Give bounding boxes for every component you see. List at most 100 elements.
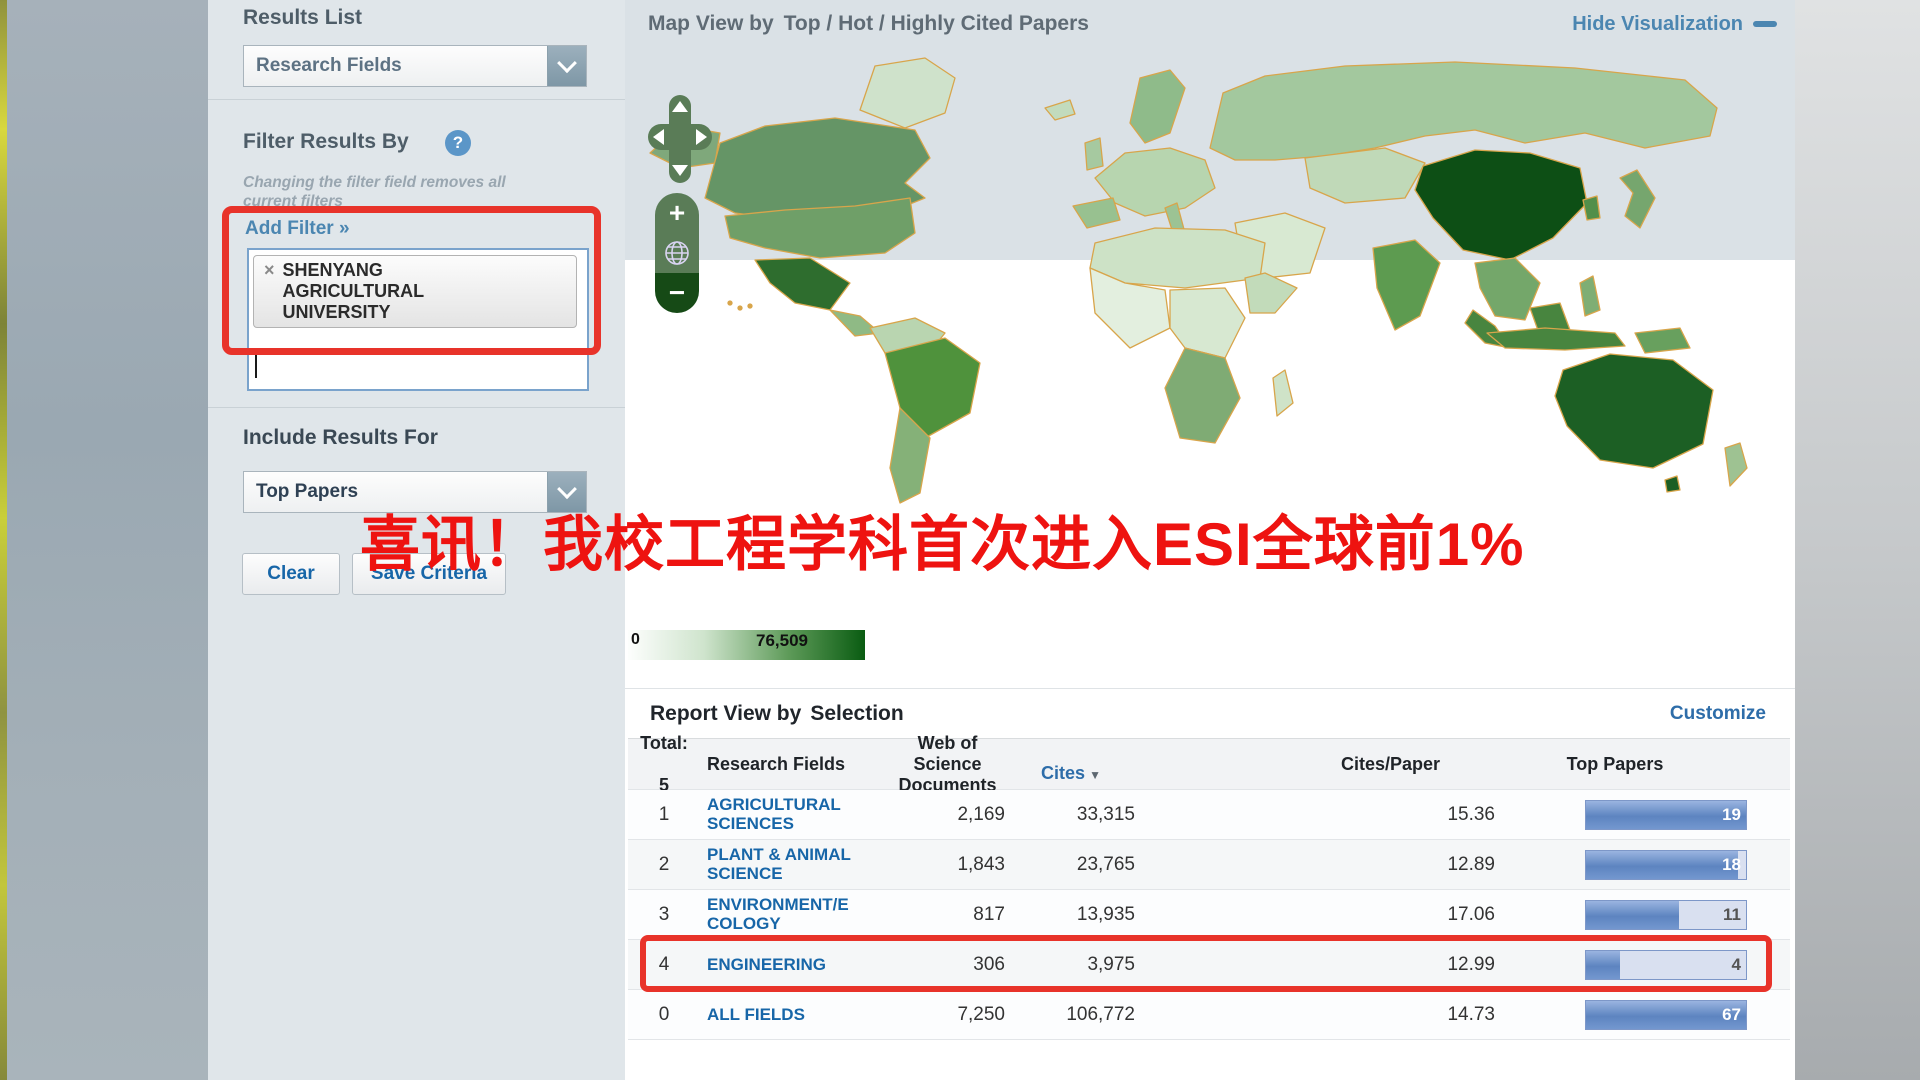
cites-per-paper-header[interactable]: Cites/Paper — [1145, 754, 1500, 775]
row-top-papers-cell: 67 — [1500, 1000, 1790, 1030]
map-region-korea[interactable] — [1583, 196, 1600, 220]
map-region-indonesia[interactable] — [1487, 328, 1625, 350]
background-right — [1795, 0, 1920, 1080]
pan-left-icon[interactable] — [653, 129, 664, 145]
research-field-link[interactable]: ENGINEERING — [707, 955, 826, 974]
pan-down-icon[interactable] — [672, 165, 688, 176]
globe-icon[interactable] — [655, 233, 699, 273]
divider — [208, 99, 625, 100]
sort-descending-icon: ▼ — [1089, 768, 1101, 782]
row-cites-per-paper: 12.89 — [1145, 854, 1500, 876]
table-row: 2 PLANT & ANIMAL SCIENCE 1,843 23,765 12… — [628, 840, 1790, 890]
map-zoom-control[interactable]: + − — [655, 193, 699, 313]
map-region-scandinavia[interactable] — [1130, 70, 1185, 143]
row-cites: 3,975 — [1015, 954, 1145, 976]
map-region-spain[interactable] — [1073, 198, 1120, 228]
help-icon[interactable]: ? — [445, 130, 471, 156]
hide-visualization-label: Hide Visualization — [1572, 13, 1743, 36]
map-region-philippines[interactable] — [1580, 276, 1600, 316]
text-caret — [255, 352, 257, 378]
map-region-tasmania[interactable] — [1665, 476, 1680, 492]
map-region-central-asia[interactable] — [1305, 148, 1425, 203]
row-cites-per-paper: 17.06 — [1145, 904, 1500, 926]
top-papers-bar: 11 — [1585, 900, 1747, 930]
map-island-dot — [738, 306, 742, 310]
top-papers-count: 18 — [1722, 855, 1741, 875]
map-region-iceland[interactable] — [1045, 100, 1075, 120]
row-field-cell: ENGINEERING — [700, 955, 890, 975]
top-papers-header[interactable]: Top Papers — [1500, 754, 1790, 775]
scale-max-label: 76,509 — [756, 631, 808, 651]
map-region-japan[interactable] — [1620, 170, 1655, 228]
map-region-papua[interactable] — [1635, 328, 1690, 353]
filter-tag-label: SHENYANG AGRICULTURAL UNIVERSITY — [283, 260, 425, 323]
map-region-madagascar[interactable] — [1273, 370, 1293, 416]
cites-header-label: Cites — [1041, 763, 1085, 783]
filter-note: Changing the filter field removes all cu… — [243, 173, 583, 211]
research-field-link[interactable]: PLANT & ANIMAL SCIENCE — [707, 845, 851, 883]
table-body: 1 AGRICULTURAL SCIENCES 2,169 33,315 15.… — [628, 790, 1790, 1040]
research-field-link[interactable]: ENVIRONMENT/E COLOGY — [707, 895, 849, 933]
cites-header[interactable]: Cites ▼ — [1015, 742, 1145, 786]
world-map[interactable] — [625, 48, 1785, 518]
row-field-cell: AGRICULTURAL SCIENCES — [700, 795, 890, 834]
table-row: 1 AGRICULTURAL SCIENCES 2,169 33,315 15.… — [628, 790, 1790, 840]
row-cites: 13,935 — [1015, 904, 1145, 926]
row-cites-per-paper: 14.73 — [1145, 1004, 1500, 1026]
clear-button[interactable]: Clear — [242, 553, 340, 595]
row-rank: 0 — [628, 1004, 700, 1026]
top-papers-count: 11 — [1723, 905, 1741, 925]
row-cites: 33,315 — [1015, 804, 1145, 826]
map-region-central-africa[interactable] — [1170, 288, 1245, 358]
chevron-down-icon[interactable] — [547, 46, 586, 86]
map-region-india[interactable] — [1373, 240, 1440, 330]
row-top-papers-cell: 19 — [1500, 800, 1790, 830]
remove-tag-icon[interactable]: × — [264, 260, 275, 323]
top-papers-count: 67 — [1722, 1005, 1741, 1025]
pan-right-icon[interactable] — [696, 129, 707, 145]
customize-link[interactable]: Customize — [1670, 703, 1766, 725]
results-list-dropdown[interactable]: Research Fields — [243, 45, 587, 87]
map-region-australia[interactable] — [1555, 354, 1713, 468]
research-field-link[interactable]: AGRICULTURAL SCIENCES — [707, 795, 841, 833]
map-color-scale: 0 76,509 — [628, 630, 865, 660]
map-region-east-africa[interactable] — [1245, 273, 1297, 313]
table-header-row: Total: 5 Research Fields Web of Science … — [628, 738, 1790, 790]
map-pan-control[interactable] — [648, 95, 712, 183]
row-docs: 1,843 — [890, 854, 1015, 876]
map-region-mexico[interactable] — [755, 258, 850, 310]
row-docs: 306 — [890, 954, 1015, 976]
row-docs: 817 — [890, 904, 1015, 926]
pan-up-icon[interactable] — [672, 101, 688, 112]
map-region-uk[interactable] — [1085, 138, 1103, 170]
row-top-papers-cell: 18 — [1500, 850, 1790, 880]
results-list-heading: Results List — [243, 6, 362, 30]
map-region-greenland[interactable] — [860, 58, 955, 128]
filter-input-box[interactable]: × SHENYANG AGRICULTURAL UNIVERSITY — [247, 248, 589, 391]
divider — [625, 688, 1795, 689]
hide-visualization-link[interactable]: Hide Visualization — [1572, 13, 1777, 36]
row-rank: 3 — [628, 904, 700, 926]
row-rank: 1 — [628, 804, 700, 826]
top-papers-bar-fill — [1586, 951, 1620, 979]
map-region-se-asia[interactable] — [1475, 258, 1540, 320]
total-label: Total: — [628, 733, 700, 754]
zoom-in-icon[interactable]: + — [655, 193, 699, 233]
map-region-china[interactable] — [1415, 150, 1587, 260]
map-region-south-africa[interactable] — [1165, 348, 1240, 443]
row-rank: 2 — [628, 854, 700, 876]
row-field-cell: ALL FIELDS — [700, 1005, 890, 1025]
research-fields-header[interactable]: Research Fields — [700, 754, 890, 775]
top-papers-count: 4 — [1732, 955, 1741, 975]
filter-results-heading: Filter Results By — [243, 130, 409, 154]
map-region-russia[interactable] — [1210, 62, 1717, 160]
top-papers-bar: 19 — [1585, 800, 1747, 830]
add-filter-link[interactable]: Add Filter » — [245, 218, 350, 240]
docs-header[interactable]: Web of Science Documents — [890, 733, 1015, 796]
top-papers-bar: 4 — [1585, 950, 1747, 980]
divider — [208, 407, 625, 408]
top-papers-bar: 67 — [1585, 1000, 1747, 1030]
research-field-link[interactable]: ALL FIELDS — [707, 1005, 805, 1024]
map-island-dot — [748, 304, 752, 308]
map-region-new-zealand[interactable] — [1725, 443, 1747, 486]
